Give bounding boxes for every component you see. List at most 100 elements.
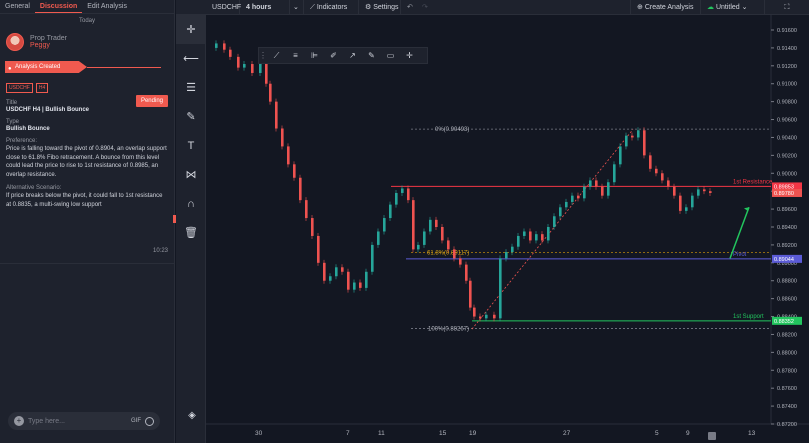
candle-body <box>435 219 438 227</box>
brush-tool-icon[interactable]: ✐ <box>324 51 343 60</box>
fib-level-label: 100%(0.88267) <box>428 326 469 332</box>
indicators-label: Indicators <box>316 3 348 11</box>
candle-body <box>619 146 622 165</box>
brush-icon[interactable]: ✎ <box>176 102 206 131</box>
candle-body <box>417 244 420 250</box>
ray-tool-icon[interactable]: ↗ <box>343 51 362 60</box>
arrow-left-icon[interactable]: ⟵ <box>176 44 206 73</box>
candle-body <box>547 227 550 241</box>
current-price-label: 0.89780 <box>774 191 794 197</box>
create-analysis-button[interactable]: ⊕ Create Analysis <box>631 0 701 15</box>
candle-body <box>485 314 488 319</box>
candle-body <box>401 188 404 193</box>
candle-body <box>505 252 508 259</box>
alternative-text: If price breaks below the pivot, it coul… <box>6 193 163 208</box>
candle-body <box>553 216 556 227</box>
price-chart[interactable]: 0.91600 0.91400 0.91200 0.91000 0.90800 0.906… <box>206 15 809 443</box>
chart-canvas[interactable]: 0.91600 0.91400 0.91200 0.91000 0.90800 0.906… <box>206 15 809 443</box>
chat-input-placeholder[interactable]: Type here... <box>28 418 127 425</box>
marker-tool-icon[interactable]: ✎ <box>362 51 381 60</box>
author-name[interactable]: Peggy <box>30 42 67 49</box>
time-tick-label: 19 <box>469 430 477 437</box>
candle-body <box>469 280 472 308</box>
candle-body <box>595 180 598 187</box>
candle-body <box>493 314 496 319</box>
candle-body <box>679 195 682 211</box>
candle-body <box>223 43 226 50</box>
emoji-icon[interactable] <box>145 416 154 426</box>
redo-icon[interactable]: ↷ <box>416 0 431 15</box>
tab-edit-analysis[interactable]: Edit Analysis <box>82 0 132 13</box>
candle-body <box>412 200 415 250</box>
drag-handle-icon[interactable]: ⋮ <box>259 51 267 60</box>
event-pill: ● Analysis Created <box>5 61 87 73</box>
save-layout-button[interactable]: ☁ Untitled ⌄ <box>701 0 765 15</box>
candle-body <box>243 64 246 68</box>
trash-icon[interactable]: 🗑 <box>176 218 206 247</box>
layers-icon[interactable]: ◈ <box>180 410 204 424</box>
rectangle-tool-icon[interactable]: ▭ <box>381 51 400 60</box>
tab-general[interactable]: General <box>0 0 35 13</box>
symbol-selector[interactable]: USDCHF <box>176 0 241 15</box>
candle-body <box>479 316 482 319</box>
location-pin-icon: ● <box>8 66 12 72</box>
level-price-label: 0.89044 <box>774 257 794 263</box>
timeframe-badge: H4 <box>35 83 49 93</box>
screenshot-icon[interactable] <box>708 432 716 440</box>
candle-body <box>559 207 562 217</box>
plus-circle-icon: ⊕ <box>637 3 645 11</box>
chevron-down-icon[interactable]: ⌄ <box>290 0 304 15</box>
discussion-panel: General Discussion Edit Analysis Today P… <box>0 0 175 443</box>
candle-body <box>473 307 476 317</box>
candle-body <box>275 101 278 129</box>
price-tick-label: 0.90600 <box>777 118 797 124</box>
settings-label: Settings <box>373 3 399 11</box>
time-tick-label: 15 <box>439 430 447 437</box>
interval-selector[interactable]: 4 hours <box>240 0 290 15</box>
candle-body <box>517 235 520 247</box>
candle-body <box>529 231 532 241</box>
crosshair-tool-icon[interactable]: ✛ <box>400 51 419 60</box>
floating-drawing-toolbar: ⋮ ⟋ ≡ ⊫ ✐ ↗ ✎ ▭ ✛ <box>258 47 428 64</box>
fib-tool-icon[interactable]: ≡ <box>286 51 305 60</box>
candle-body <box>667 180 670 187</box>
avatar[interactable] <box>6 33 24 51</box>
candle-body <box>293 164 296 178</box>
add-attachment-icon[interactable]: + <box>14 416 24 426</box>
candle-body <box>395 192 398 205</box>
fullscreen-icon[interactable]: ⛶ <box>765 0 809 15</box>
pattern-icon[interactable]: ⋈ <box>176 160 206 189</box>
candle-body <box>305 200 308 219</box>
channel-tool-icon[interactable]: ⊫ <box>305 51 324 60</box>
event-line <box>87 67 161 68</box>
line-tool-icon[interactable]: ⟋ <box>267 51 286 61</box>
candle-body <box>265 62 268 84</box>
candle-body <box>649 155 652 169</box>
indicators-button[interactable]: ⟋ Indicators <box>304 0 359 15</box>
candle-body <box>661 173 664 181</box>
text-icon[interactable]: T <box>176 131 206 160</box>
fib-icon[interactable]: ☰ <box>176 73 206 102</box>
level-price-label: 0.88352 <box>774 319 794 325</box>
candle-body <box>299 177 302 201</box>
price-tick-label: 0.88000 <box>777 350 797 356</box>
settings-button[interactable]: ⚙ Settings <box>359 0 401 15</box>
price-tick-label: 0.88200 <box>777 332 797 338</box>
chat-input[interactable]: + Type here... GIF <box>8 412 160 430</box>
price-tick-label: 0.91000 <box>777 82 797 88</box>
drawing-toolbar: ✛ ⟵ ☰ ✎ T ⋈ ∩ 🗑 <box>176 15 206 443</box>
candle-body <box>215 43 218 48</box>
symbol-badge: USDCHF <box>6 83 33 93</box>
tab-discussion[interactable]: Discussion <box>34 0 83 13</box>
time-tick-label: 7 <box>346 430 350 437</box>
magnet-icon[interactable]: ∩ <box>176 189 206 218</box>
time-tick-label: 11 <box>378 430 385 437</box>
candle-body <box>341 267 344 272</box>
candle-body <box>311 218 314 236</box>
candle-body <box>607 182 610 196</box>
gif-button[interactable]: GIF <box>131 418 141 424</box>
candle-body <box>613 164 616 183</box>
gear-icon: ⚙ <box>365 3 374 11</box>
crosshair-icon[interactable]: ✛ <box>176 15 206 44</box>
undo-icon[interactable]: ↶ <box>401 0 416 15</box>
